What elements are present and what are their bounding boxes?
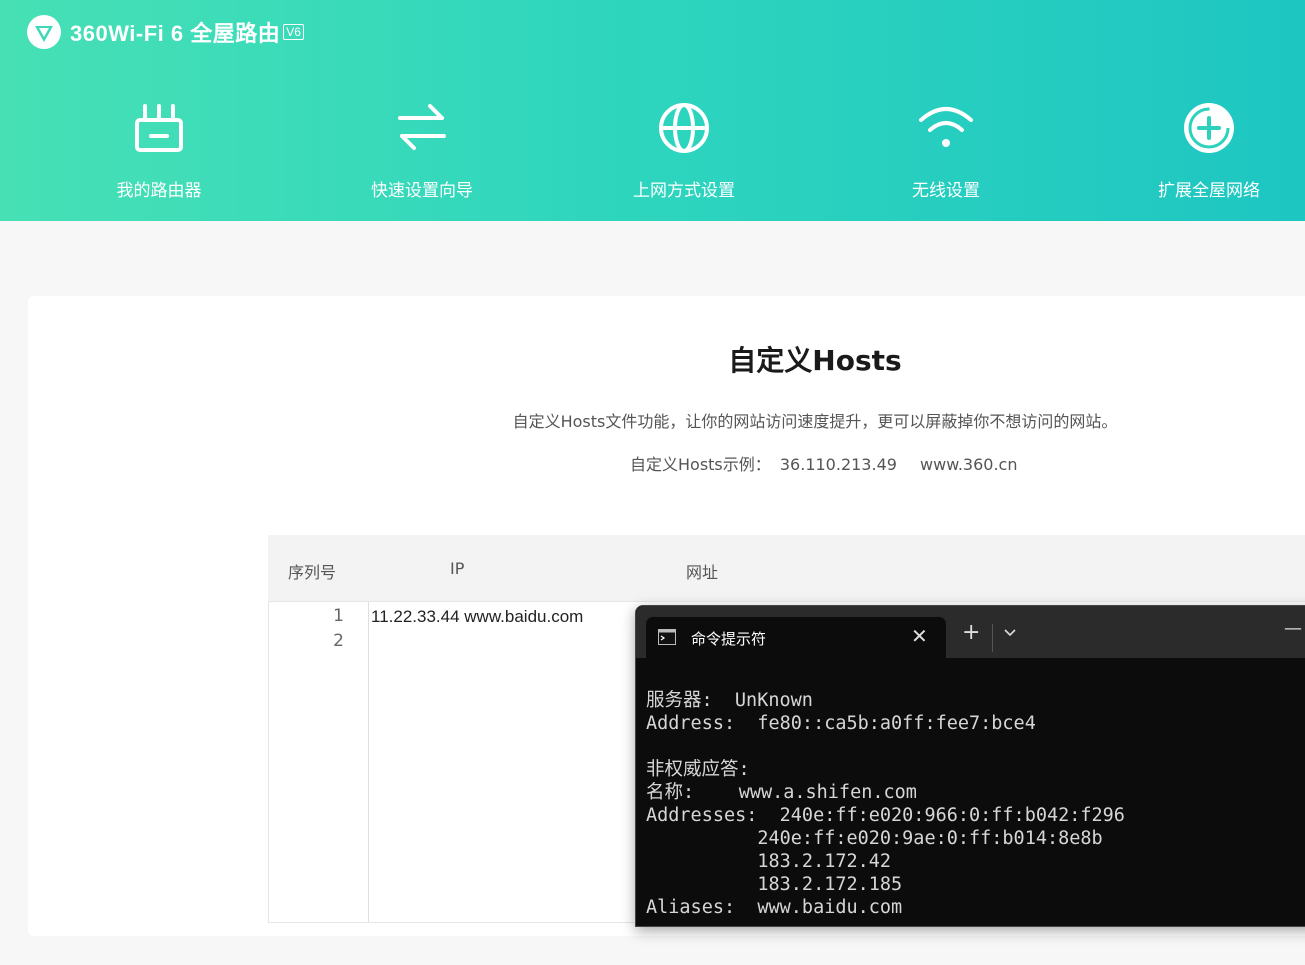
- hosts-example: 自定义Hosts示例： 36.110.213.49 www.360.cn: [630, 451, 1035, 475]
- wifi-icon: [919, 107, 973, 147]
- nav-my-router[interactable]: 我的路由器: [59, 98, 259, 201]
- version-badge: V6: [283, 24, 304, 40]
- line-number: 2: [333, 631, 344, 651]
- terminal-line: 240e:ff:e020:9ae:0:ff:b014:8e8b: [646, 828, 1103, 849]
- nav-quick-setup[interactable]: 快速设置向导: [322, 98, 522, 201]
- nav-extend-network[interactable]: 扩展全屋网络: [1109, 98, 1305, 201]
- arrows-swap-icon: [398, 104, 446, 150]
- nav-label: 无线设置: [912, 181, 980, 201]
- top-header: 360Wi-Fi 6 全屋路由 V6 我的路由器 快速设置向导 上网方式设置 无…: [0, 0, 1305, 221]
- line-number: 1: [333, 606, 344, 626]
- terminal-line: Address: fe80::ca5b:a0ff:fee7:bce4: [646, 713, 1036, 734]
- titlebar-divider: [992, 624, 993, 652]
- nav-label: 扩展全屋网络: [1158, 181, 1260, 201]
- example-ip: 36.110.213.49: [779, 455, 897, 474]
- terminal-line: 服务器: UnKnown: [646, 690, 813, 711]
- terminal-line: 名称: www.a.shifen.com: [646, 782, 917, 803]
- page-description: 自定义Hosts文件功能，让你的网站访问速度提升，更可以屏蔽掉你不想访问的网站。: [512, 412, 1118, 431]
- page-title: 自定义Hosts: [728, 344, 902, 377]
- line-number-gutter: 1 2: [269, 602, 369, 922]
- terminal-line: Aliases: www.baidu.com: [646, 897, 903, 918]
- example-label: 自定义Hosts示例：: [630, 455, 771, 474]
- brand-logo[interactable]: 360Wi-Fi 6 全屋路由 V6: [26, 14, 304, 50]
- command-prompt-window[interactable]: 命令提示符 ✕ + — 服务器: UnKnown Address: fe80::c…: [635, 605, 1305, 927]
- terminal-tab[interactable]: 命令提示符 ✕: [646, 617, 946, 658]
- router-icon: [135, 104, 183, 152]
- new-tab-button[interactable]: +: [962, 622, 980, 644]
- column-index-header: 序列号: [288, 563, 337, 582]
- globe-icon: [659, 103, 709, 153]
- close-tab-icon[interactable]: ✕: [911, 624, 928, 648]
- column-url-header: 网址: [686, 563, 719, 582]
- nav-internet-setup[interactable]: 上网方式设置: [584, 98, 784, 201]
- plus-circle-icon: [1184, 103, 1234, 153]
- nav-label: 上网方式设置: [633, 181, 735, 201]
- terminal-output[interactable]: 服务器: UnKnown Address: fe80::ca5b:a0ff:fee…: [646, 666, 1125, 965]
- hosts-line[interactable]: [371, 629, 583, 654]
- nav-wireless-setup[interactable]: 无线设置: [846, 98, 1046, 201]
- example-url: www.360.cn: [920, 455, 1018, 474]
- hosts-table-header: 序列号 IP 网址: [268, 535, 1305, 601]
- hosts-text[interactable]: 11.22.33.44 www.baidu.com: [371, 604, 583, 654]
- cmd-icon: [658, 629, 676, 645]
- terminal-line: 183.2.172.42: [646, 851, 892, 872]
- terminal-tab-title: 命令提示符: [691, 630, 767, 648]
- terminal-line: 非权威应答:: [646, 759, 750, 780]
- shield-logo-icon: [27, 15, 61, 49]
- minimize-icon[interactable]: —: [1284, 618, 1302, 639]
- chevron-down-icon[interactable]: [1002, 624, 1018, 640]
- nav-label: 我的路由器: [116, 181, 202, 201]
- terminal-line: Addresses: 240e:ff:e020:966:0:ff:b042:f2…: [646, 805, 1125, 826]
- column-ip-header: IP: [450, 559, 465, 578]
- nav-label: 快速设置向导: [371, 181, 473, 201]
- brand-name: 360Wi-Fi 6 全屋路由: [70, 21, 281, 46]
- terminal-line: 183.2.172.185: [646, 874, 903, 895]
- terminal-titlebar[interactable]: 命令提示符 ✕ + —: [636, 606, 1305, 658]
- hosts-line[interactable]: 11.22.33.44 www.baidu.com: [371, 604, 583, 629]
